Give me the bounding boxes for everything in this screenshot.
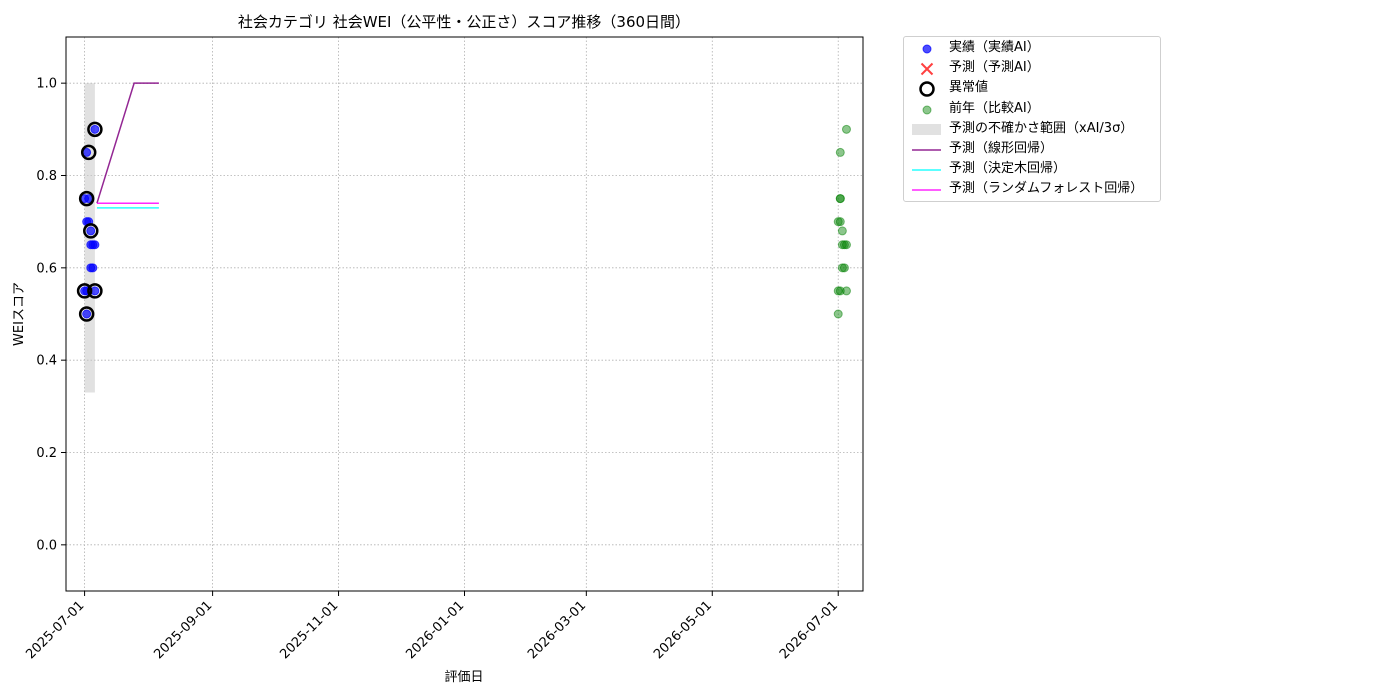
x-tick-label: 2025-07-01 xyxy=(23,598,87,662)
legend-swatch-line xyxy=(912,149,941,151)
legend-swatch-dot-faint xyxy=(922,105,932,115)
legend-swatch-x xyxy=(920,62,934,76)
previous-year-layer xyxy=(833,124,851,319)
actual-point xyxy=(90,124,100,134)
previous-year-point xyxy=(841,286,851,296)
legend-marker xyxy=(920,62,934,76)
legend: 実績（実績AI） 予測（予測AI） 異常値前年（比較AI） 予測の不確かさ範囲（xAI… xyxy=(903,36,1161,202)
legend-item-linear: 予測（線形回帰） xyxy=(904,139,1160,159)
legend-label: 異常値 xyxy=(949,80,989,96)
forecast-lines-layer xyxy=(96,82,159,209)
previous-year-point xyxy=(835,217,845,227)
legend-marker xyxy=(912,123,941,135)
y-axis-label: WEIスコア xyxy=(12,282,27,346)
legend-label: 予測（ランダムフォレスト回帰） xyxy=(949,181,1144,197)
y-tick-label: 0.0 xyxy=(36,538,57,553)
legend-label: 予測（線形回帰） xyxy=(949,141,1054,156)
y-tick-label: 0.2 xyxy=(36,446,57,461)
chart-title: 社会カテゴリ 社会WEI（公平性・公正さ）スコア推移（360日間） xyxy=(238,13,690,31)
x-tick-label: 2025-11-01 xyxy=(277,598,341,662)
previous-year-point xyxy=(841,124,851,134)
legend-item-forest: 予測（ランダムフォレスト回帰） xyxy=(904,179,1160,199)
actual-point xyxy=(88,263,98,273)
legend-item-uncertainty: 予測の不確かさ範囲（xAI/3σ） xyxy=(904,119,1160,139)
y-tick-label: 0.6 xyxy=(36,261,57,276)
legend-swatch-ring xyxy=(919,81,935,98)
previous-year-point xyxy=(837,226,847,236)
legend-item-tree: 予測（決定木回帰） xyxy=(904,159,1160,179)
legend-swatch-dot xyxy=(922,44,932,54)
actual-point xyxy=(86,226,96,236)
previous-year-point xyxy=(835,194,845,204)
y-tick-label: 0.4 xyxy=(36,354,57,369)
legend-label: 予測の不確かさ範囲（xAI/3σ） xyxy=(949,120,1134,136)
previous-year-point xyxy=(833,309,843,319)
legend-label: 前年（比較AI） xyxy=(949,100,1040,116)
x-tick-label: 2026-03-01 xyxy=(525,598,589,662)
linear-forecast-line xyxy=(96,82,159,204)
actual-point xyxy=(82,309,92,319)
legend-item-forecast: 予測（予測AI） xyxy=(904,58,1160,78)
previous-year-point xyxy=(841,240,851,250)
legend-swatch-line xyxy=(912,169,941,171)
x-tick-label: 2026-07-01 xyxy=(777,598,841,662)
previous-year-point xyxy=(835,147,845,157)
y-tick-label: 0.8 xyxy=(36,169,57,184)
y-axis: 0.0 0.2 0.4 0.6 0.8 1.0 xyxy=(36,77,66,553)
legend-label: 予測（予測AI） xyxy=(949,60,1040,76)
legend-marker xyxy=(922,105,932,115)
x-axis: 2025-07-01 2025-09-01 2025-11-01 2026-01-01… xyxy=(23,591,841,662)
legend-label: 予測（決定木回帰） xyxy=(949,161,1067,177)
x-tick-label: 2026-01-01 xyxy=(403,598,467,662)
y-tick-label: 1.0 xyxy=(36,77,57,92)
x-tick-label: 2025-09-01 xyxy=(151,598,215,662)
previous-year-point xyxy=(839,263,849,273)
legend-swatch-band xyxy=(912,123,941,135)
legend-item-anomaly: 異常値 xyxy=(904,78,1160,98)
x-tick-label: 2026-05-01 xyxy=(651,598,715,662)
legend-marker xyxy=(919,81,935,98)
legend-swatch-line xyxy=(912,189,941,192)
legend-item-previous-year: 前年（比較AI） xyxy=(904,99,1160,119)
legend-item-actual: 実績（実績AI） xyxy=(904,38,1160,58)
chart-canvas: 社会カテゴリ 社会WEI（公平性・公正さ）スコア推移（360日間） 2025-0… xyxy=(12,13,864,685)
legend-label: 実績（実績AI） xyxy=(949,40,1040,55)
grid-lines xyxy=(66,37,863,591)
actual-point xyxy=(90,240,100,250)
legend-marker xyxy=(922,44,932,54)
x-axis-label: 評価日 xyxy=(444,670,483,685)
